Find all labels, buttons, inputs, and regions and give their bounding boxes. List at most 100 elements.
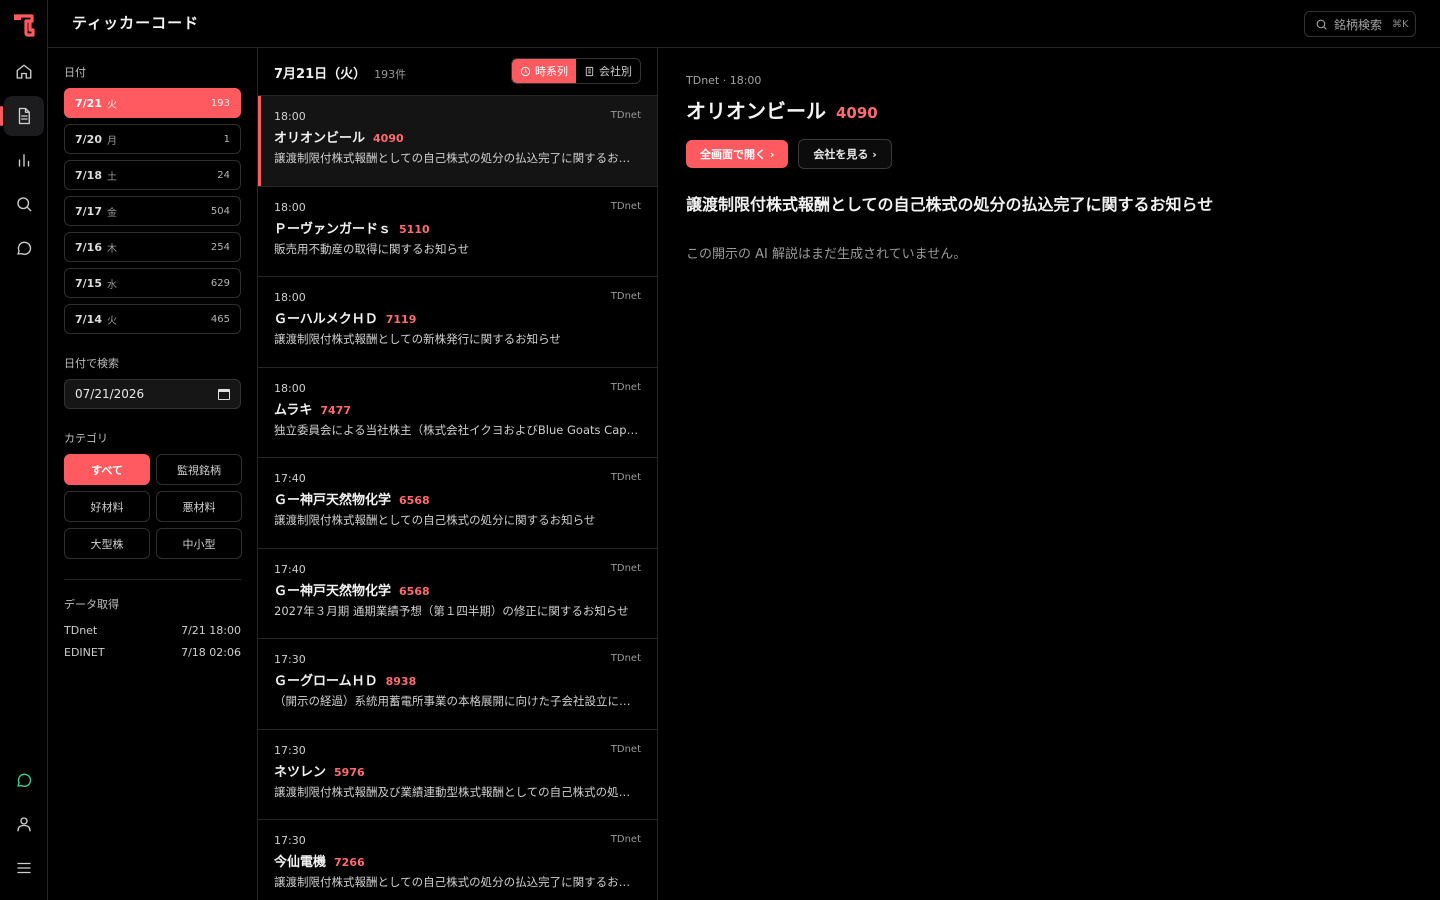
detail-meta: TDnet · 18:00 — [686, 74, 762, 87]
disclosure-item[interactable]: 17:30 TDnet ＧーグロームＨＤ 8938 （開示の経過）系統用蓄電所事業の本格… — [258, 639, 657, 730]
date-item-count: 465 — [210, 313, 230, 325]
date-item[interactable]: 7/17 金 504 — [64, 196, 241, 226]
ai-summary-note: この開示の AI 解説はまだ生成されていません。 — [686, 247, 967, 262]
nav-search[interactable] — [4, 184, 44, 224]
list-date: 7月21日（火） — [274, 67, 367, 82]
date-section-label: 日付 — [64, 66, 86, 79]
item-code: 5976 — [334, 765, 365, 779]
search-icon — [1316, 19, 1327, 30]
detail-actions: 全画面で開く › 会社を見る › — [686, 139, 1412, 169]
category-button[interactable]: 悪材料 — [156, 491, 242, 522]
date-item[interactable]: 7/15 水 629 — [64, 268, 241, 298]
item-time: 18:00 — [274, 110, 306, 123]
item-code: 4090 — [373, 132, 404, 145]
data-fetch-row: EDINET 7/18 02:06 — [64, 646, 241, 659]
item-title: Ｐーヴァンガードｓ 5110 — [274, 218, 641, 237]
date-item-count: 629 — [210, 277, 230, 289]
item-code: 6568 — [399, 584, 430, 598]
date-item-weekday: 土 — [107, 171, 117, 183]
item-title: ＧーグロームＨＤ 8938 — [274, 670, 641, 689]
date-item[interactable]: 7/18 土 24 — [64, 160, 241, 190]
item-source: TDnet — [610, 743, 641, 755]
date-search-input[interactable]: 07/21/2026 — [64, 379, 241, 409]
data-fetch-row: TDnet 7/21 18:00 — [64, 624, 241, 637]
data-fetch-time: 7/21 18:00 — [181, 624, 241, 637]
item-title: ＧーハルメクＨＤ 7119 — [274, 308, 641, 327]
disclosure-item[interactable]: 17:30 TDnet ネツレン 5976 譲渡制限付株式報酬及び業績連動型株式報酬とし… — [258, 730, 657, 820]
nav-rail — [0, 0, 48, 900]
calendar-icon[interactable] — [218, 388, 230, 400]
item-description: 独立委員会による当社株主（株式会社イクヨおよびBlue Goats Capita… — [274, 422, 641, 437]
toggle-chronological-label: 時系列 — [535, 65, 568, 78]
disclosure-item[interactable]: 18:00 TDnet ムラキ 7477 独立委員会による当社株主（株式会社イクヨおよび… — [258, 368, 657, 458]
item-company: 今仙電機 — [274, 855, 327, 870]
date-item-date: 7/16 — [75, 240, 102, 254]
nav-ai-chat[interactable] — [4, 760, 44, 800]
search-icon — [17, 197, 32, 212]
bar-chart-icon — [18, 154, 30, 167]
date-item-weekday: 月 — [107, 135, 117, 147]
toggle-by-company[interactable]: 会社別 — [576, 59, 640, 83]
disclosure-item[interactable]: 18:00 TDnet Ｐーヴァンガードｓ 5110 販売用不動産の取得に関するお知らせ — [258, 187, 657, 277]
date-item-weekday: 火 — [107, 99, 117, 111]
date-item[interactable]: 7/21 火 193 — [64, 88, 241, 118]
item-company: ＧーグロームＨＤ — [274, 674, 378, 689]
disclosure-item[interactable]: 17:40 TDnet Ｇー神戸天然物化学 6568 2027年３月期 通期業績予想（第… — [258, 549, 657, 639]
list-count: 193件 — [374, 68, 407, 81]
item-description: 譲渡制限付株式報酬としての自己株式の処分に関するお知らせ — [274, 513, 596, 527]
view-company-button[interactable]: 会社を見る › — [798, 139, 892, 169]
item-title: ネツレン 5976 — [274, 761, 641, 780]
nav-chat[interactable] — [4, 228, 44, 268]
item-description: 譲渡制限付株式報酬としての新株発行に関するお知らせ — [274, 332, 561, 346]
date-item[interactable]: 7/14 火 465 — [64, 304, 241, 334]
detail-heading: 譲渡制限付株式報酬としての自己株式の処分の払込完了に関するお知らせ — [686, 195, 1214, 214]
stock-search-button[interactable]: 銘柄検索 ⌘K — [1304, 11, 1416, 37]
app-logo-icon[interactable] — [12, 13, 36, 37]
category-button[interactable]: 中小型 — [156, 528, 242, 559]
data-fetch-label: データ取得 — [64, 598, 119, 611]
category-button[interactable]: 監視銘柄 — [156, 454, 242, 485]
date-item-count: 504 — [210, 205, 230, 217]
item-code: 7477 — [320, 403, 351, 417]
search-shortcut: ⌘K — [1392, 18, 1409, 30]
date-item-count: 193 — [210, 97, 230, 109]
list-date-title: 7月21日（火） 193件 — [274, 63, 406, 82]
item-description: 2027年３月期 通期業績予想（第１四半期）の修正に関するお知らせ — [274, 603, 629, 618]
toggle-chronological[interactable]: 時系列 — [512, 59, 576, 83]
data-fetch-list: TDnet 7/21 18:00 EDINET 7/18 02:06 — [64, 624, 241, 659]
category-button[interactable]: すべて — [64, 454, 150, 485]
category-button[interactable]: 好材料 — [64, 491, 150, 522]
disclosure-item[interactable]: 17:40 TDnet Ｇー神戸天然物化学 6568 譲渡制限付株式報酬としての自己株式… — [258, 458, 657, 549]
detail-title: オリオンビール 4090 — [686, 95, 1412, 124]
date-item-weekday: 木 — [107, 243, 117, 255]
item-source: TDnet — [610, 200, 641, 212]
disclosure-item[interactable]: 18:00 TDnet ＧーハルメクＨＤ 7119 譲渡制限付株式報酬としての新株発行に… — [258, 277, 657, 368]
item-title: 今仙電機 7266 — [274, 851, 641, 870]
date-item[interactable]: 7/20 月 1 — [64, 124, 241, 154]
open-fullscreen-button[interactable]: 全画面で開く › — [686, 140, 789, 168]
item-title: Ｇー神戸天然物化学 6568 — [274, 580, 641, 599]
item-time: 17:40 — [274, 472, 306, 485]
chat-bubble-icon — [17, 241, 32, 255]
item-company: ネツレン — [274, 764, 327, 780]
date-item-weekday: 火 — [107, 315, 117, 327]
top-header: ティッカーコード 銘柄検索 ⌘K — [48, 0, 1440, 48]
item-source: TDnet — [610, 472, 641, 483]
item-code: 5110 — [399, 222, 430, 236]
category-button[interactable]: 大型株 — [64, 528, 150, 559]
nav-charts[interactable] — [4, 140, 44, 180]
date-item-count: 24 — [217, 169, 230, 181]
nav-account[interactable] — [4, 804, 44, 844]
nav-disclosures[interactable] — [0, 96, 44, 136]
detail-company: オリオンビール — [686, 99, 826, 123]
disclosure-item[interactable]: 17:30 TDnet 今仙電機 7266 譲渡制限付株式報酬としての自己株式の処分の払… — [258, 820, 657, 900]
date-item[interactable]: 7/16 木 254 — [64, 232, 241, 262]
date-item-date: 7/18 — [75, 168, 102, 182]
divider — [64, 579, 241, 580]
item-company: ＧーハルメクＨＤ — [274, 312, 378, 327]
nav-home[interactable] — [4, 52, 44, 92]
item-company: ムラキ — [274, 402, 313, 418]
user-icon — [17, 817, 31, 832]
disclosure-item[interactable]: 18:00 TDnet オリオンビール 4090 譲渡制限付株式報酬としての自己株式の処… — [258, 96, 657, 187]
nav-menu[interactable] — [4, 848, 44, 888]
